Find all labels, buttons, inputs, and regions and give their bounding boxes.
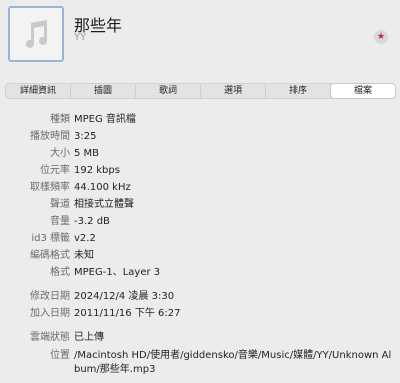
row-added: 加入日期 2011/11/16 下午 6:27 [0,306,400,322]
tab-lyrics[interactable]: 歌詞 [136,84,201,98]
id3-value: v2.2 [74,233,96,244]
row-duration: 播放時間 3:25 [0,129,400,145]
kind-value: MPEG 音訊檔 [74,114,136,125]
location-label: 位置 [50,350,70,361]
row-modified: 修改日期 2024/12/4 凌晨 3:30 [0,289,400,305]
location-path[interactable]: /Macintosh HD/使用者/giddensko/音樂/Music/媒體/… [74,349,392,377]
music-note-icon [26,20,47,48]
added-value: 2011/11/16 下午 6:27 [74,308,181,319]
duration-value: 3:25 [74,131,97,142]
row-id3: id3 標籤 v2.2 [0,231,400,247]
modified-label: 修改日期 [30,291,70,302]
row-location: 位置 /Macintosh HD/使用者/giddensko/音樂/Music/… [0,348,400,380]
kind-label: 種類 [50,114,70,125]
row-format: 格式 MPEG-1、Layer 3 [0,265,400,281]
row-volume: 音量 -3.2 dB [0,214,400,230]
bitrate-value: 192 kbps [74,165,120,176]
row-channels: 聲道 相接式立體聲 [0,197,400,213]
row-size: 大小 5 MB [0,146,400,162]
volume-label: 音量 [50,216,70,227]
added-label: 加入日期 [30,308,70,319]
format-label: 格式 [50,267,70,278]
tab-artwork[interactable]: 插圖 [71,84,136,98]
id3-label: id3 標籤 [31,233,70,244]
volume-value: -3.2 dB [74,216,110,227]
cloud-value: 已上傳 [74,332,104,343]
duration-label: 播放時間 [30,131,70,142]
encoder-label: 編碼格式 [30,250,70,261]
row-cloud: 雲端狀態 已上傳 [0,330,400,346]
cloud-label: 雲端狀態 [30,332,70,343]
row-kind: 種類 MPEG 音訊檔 [0,112,400,128]
encoder-value: 未知 [74,250,94,261]
row-bitrate: 位元率 192 kbps [0,163,400,179]
tab-options[interactable]: 選項 [201,84,266,98]
size-value: 5 MB [74,148,100,159]
song-artist: YY [74,32,87,43]
row-encoder: 編碼格式 未知 [0,248,400,264]
tab-details[interactable]: 詳細資訊 [6,84,71,98]
sample-rate-label: 取樣頻率 [30,182,70,193]
row-sample-rate: 取樣頻率 44.100 kHz [0,180,400,196]
bitrate-label: 位元率 [40,165,70,176]
tab-bar: 詳細資訊 插圖 歌詞 選項 排序 檔案 [5,83,396,99]
channels-label: 聲道 [50,199,70,210]
size-label: 大小 [50,148,70,159]
modified-value: 2024/12/4 凌晨 3:30 [74,291,175,302]
album-artwork[interactable] [8,6,64,62]
format-value: MPEG-1、Layer 3 [74,267,161,278]
header: 那些年 YY ★ [0,0,400,72]
channels-value: 相接式立體聲 [74,199,134,210]
sample-rate-value: 44.100 kHz [74,182,131,193]
tab-file[interactable]: 檔案 [331,84,395,98]
tab-sorting[interactable]: 排序 [266,84,331,98]
star-icon[interactable]: ★ [374,30,388,44]
